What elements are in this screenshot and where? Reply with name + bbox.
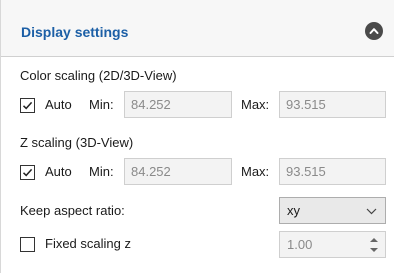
aspect-ratio-value: xy <box>287 203 300 218</box>
color-min-input[interactable]: 84.252 <box>124 91 232 118</box>
color-auto-label[interactable]: Auto <box>45 97 72 112</box>
fixed-z-checkbox[interactable] <box>20 237 35 252</box>
color-auto-checkbox[interactable] <box>20 98 35 113</box>
display-settings-panel: Display settings Color scaling (2D/3D-Vi… <box>0 0 394 273</box>
z-max-input[interactable]: 93.515 <box>279 158 386 185</box>
z-min-input[interactable]: 84.252 <box>124 158 232 185</box>
panel-title: Display settings <box>21 24 129 40</box>
fixed-z-label[interactable]: Fixed scaling z <box>45 236 131 251</box>
panel-header[interactable]: Display settings <box>1 0 394 56</box>
chevron-up-icon[interactable] <box>365 22 383 40</box>
aspect-ratio-select[interactable]: xy <box>279 197 386 224</box>
spin-up-icon[interactable] <box>368 235 380 245</box>
color-max-label: Max: <box>241 97 270 112</box>
z-auto-label[interactable]: Auto <box>45 164 72 179</box>
color-scaling-label: Color scaling (2D/3D-View) <box>20 68 177 83</box>
z-max-label: Max: <box>241 164 270 179</box>
header-divider <box>1 56 394 57</box>
chevron-down-icon <box>366 208 377 215</box>
z-scaling-label: Z scaling (3D-View) <box>20 135 134 150</box>
fixed-z-value: 1.00 <box>287 237 313 252</box>
spin-arrows[interactable] <box>368 235 380 255</box>
color-min-label: Min: <box>89 97 114 112</box>
z-min-label: Min: <box>89 164 114 179</box>
spin-down-icon[interactable] <box>368 245 380 255</box>
color-max-input[interactable]: 93.515 <box>279 91 386 118</box>
aspect-ratio-label: Keep aspect ratio: <box>20 203 125 218</box>
fixed-z-spinbox[interactable]: 1.00 <box>279 231 386 258</box>
z-auto-checkbox[interactable] <box>20 165 35 180</box>
